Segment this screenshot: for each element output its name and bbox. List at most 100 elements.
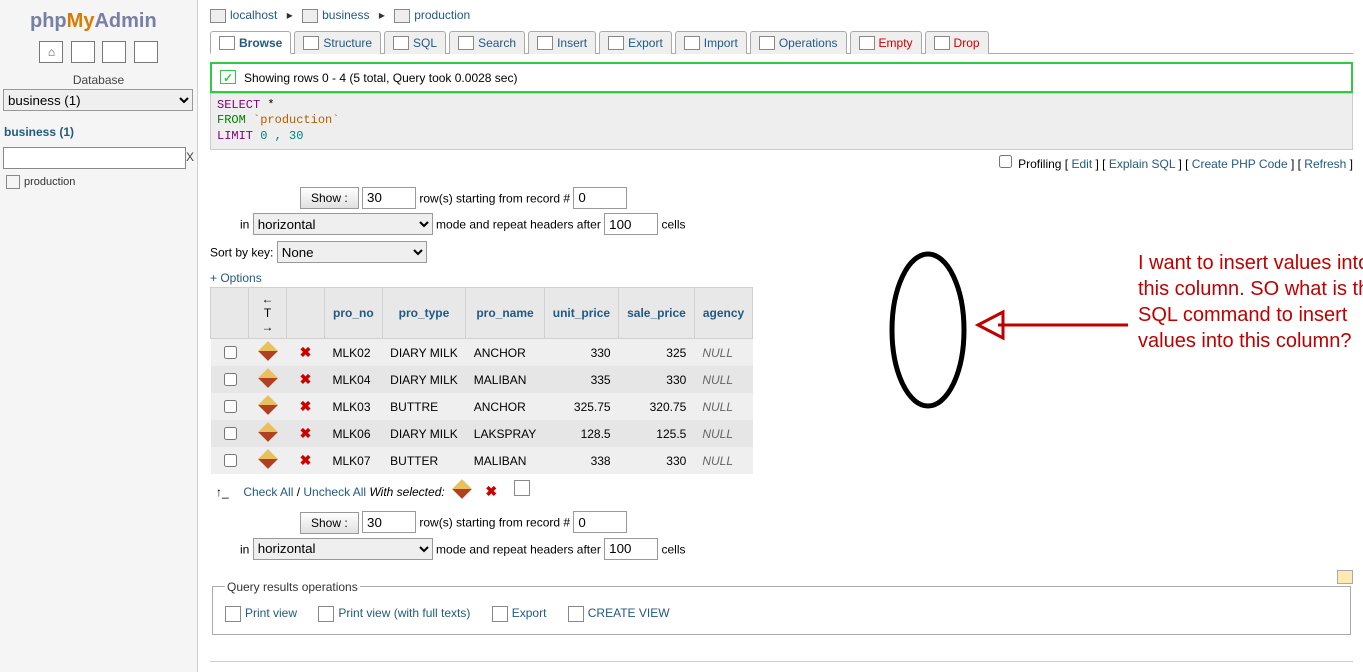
sidebar-table-item[interactable]: production	[0, 171, 197, 193]
tab-browse[interactable]: Browse	[210, 31, 291, 54]
tab-empty[interactable]: Empty	[850, 31, 922, 54]
cells-label: cells	[662, 218, 686, 232]
page-settings-icon[interactable]	[1337, 570, 1353, 584]
row-delete[interactable]: ✖	[287, 447, 325, 474]
tab-search[interactable]: Search	[449, 31, 525, 54]
sort-key-select[interactable]: None	[277, 241, 427, 263]
export-icon	[492, 606, 508, 622]
logo: phpMyAdmin	[0, 0, 197, 39]
delete-icon: ✖	[300, 344, 312, 360]
row-delete[interactable]: ✖	[287, 393, 325, 420]
repeat-headers-input[interactable]	[604, 213, 658, 235]
row-delete[interactable]: ✖	[287, 366, 325, 393]
cell-pro_type: DIARY MILK	[382, 366, 466, 393]
row-checkbox[interactable]	[211, 393, 249, 420]
export-icon	[608, 36, 624, 50]
bulk-delete-icon[interactable]: ✖	[485, 483, 497, 499]
show-button[interactable]: Show :	[300, 187, 359, 209]
table-row: ✖MLK02DIARY MILKANCHOR330325NULL	[211, 339, 753, 367]
print-view-full-link[interactable]: Print view (with full texts)	[338, 606, 470, 620]
refresh-link[interactable]: Refresh	[1304, 157, 1346, 171]
row-delete[interactable]: ✖	[287, 339, 325, 367]
bulk-edit-icon[interactable]	[452, 479, 472, 499]
mode-select[interactable]: horizontal	[253, 213, 433, 235]
row-checkbox[interactable]	[211, 339, 249, 367]
cell-agency: NULL	[694, 393, 752, 420]
options-toggle[interactable]: + Options	[210, 271, 262, 285]
tab-operations[interactable]: Operations	[750, 31, 847, 54]
table-icon	[394, 9, 410, 23]
create-view-link[interactable]: CREATE VIEW	[588, 606, 670, 620]
sql-icon[interactable]	[71, 41, 95, 63]
explain-sql-link[interactable]: Explain SQL	[1109, 157, 1175, 171]
delete-icon: ✖	[300, 452, 312, 468]
tab-export[interactable]: Export	[599, 31, 672, 54]
annotation-text: I want to insert values into this column…	[1138, 250, 1363, 354]
tab-insert[interactable]: Insert	[528, 31, 596, 54]
col-sale_price[interactable]: sale_price	[619, 288, 695, 339]
clear-filter-button[interactable]: X	[186, 147, 194, 169]
export-link[interactable]: Export	[512, 606, 547, 620]
tab-import[interactable]: Import	[675, 31, 747, 54]
profiling-checkbox[interactable]: Profiling	[995, 157, 1062, 171]
tab-drop[interactable]: Drop	[925, 31, 989, 54]
print-view-link[interactable]: Print view	[245, 606, 297, 620]
cell-unit_price: 338	[544, 447, 618, 474]
start-record-input-2[interactable]	[573, 511, 627, 533]
col-sort-arrows: ← T →	[249, 288, 287, 339]
row-edit[interactable]	[249, 420, 287, 447]
print-full-icon	[318, 606, 334, 622]
home-icon[interactable]: ⌂	[39, 41, 63, 63]
breadcrumb-table[interactable]: production	[414, 8, 470, 22]
col-unit_price[interactable]: unit_price	[544, 288, 618, 339]
col-pro_name[interactable]: pro_name	[466, 288, 544, 339]
empty-icon	[859, 36, 875, 50]
cell-pro_name: ANCHOR	[466, 393, 544, 420]
table-row: ✖MLK04DIARY MILKMALIBAN335330NULL	[211, 366, 753, 393]
cell-agency: NULL	[694, 420, 752, 447]
cell-pro_type: DIARY MILK	[382, 339, 466, 367]
edit-query-link[interactable]: Edit	[1071, 157, 1092, 171]
uncheck-all-link[interactable]: Uncheck All	[303, 485, 366, 499]
database-link[interactable]: business (1)	[0, 119, 78, 145]
start-record-input[interactable]	[573, 187, 627, 209]
database-icon	[302, 9, 318, 23]
tab-structure[interactable]: Structure	[294, 31, 381, 54]
rows-input-2[interactable]	[362, 511, 416, 533]
check-all-link[interactable]: Check All	[243, 485, 293, 499]
cell-pro_no: MLK06	[325, 420, 383, 447]
in-label: in	[240, 218, 249, 232]
row-checkbox[interactable]	[211, 420, 249, 447]
insert-icon	[537, 36, 553, 50]
bulk-export-icon[interactable]	[514, 480, 530, 496]
row-edit[interactable]	[249, 366, 287, 393]
show-button-2[interactable]: Show :	[300, 512, 359, 534]
row-delete[interactable]: ✖	[287, 420, 325, 447]
docs-icon[interactable]	[134, 41, 158, 63]
table-filter-input[interactable]	[3, 147, 186, 169]
repeat-headers-input-2[interactable]	[604, 538, 658, 560]
sql-query-display: SELECT * FROM `production` LIMIT 0 , 30	[210, 93, 1353, 150]
database-select[interactable]: business (1)	[3, 89, 193, 111]
create-php-link[interactable]: Create PHP Code	[1192, 157, 1288, 171]
pencil-icon	[258, 422, 278, 442]
breadcrumb-database[interactable]: business	[322, 8, 369, 22]
mode-select-2[interactable]: horizontal	[253, 538, 433, 560]
col-agency[interactable]: agency	[694, 288, 752, 339]
col-pro_no[interactable]: pro_no	[325, 288, 383, 339]
tab-sql[interactable]: SQL	[384, 31, 446, 54]
row-edit[interactable]	[249, 447, 287, 474]
col-pro_type[interactable]: pro_type	[382, 288, 466, 339]
cell-pro_no: MLK03	[325, 393, 383, 420]
table-row: ✖MLK03BUTTREANCHOR325.75320.75NULL	[211, 393, 753, 420]
row-checkbox[interactable]	[211, 447, 249, 474]
row-edit[interactable]	[249, 339, 287, 367]
row-edit[interactable]	[249, 393, 287, 420]
rows-input[interactable]	[362, 187, 416, 209]
row-checkbox[interactable]	[211, 366, 249, 393]
breadcrumb-server[interactable]: localhost	[230, 8, 277, 22]
cell-pro_type: BUTTRE	[382, 393, 466, 420]
cell-sale_price: 330	[619, 366, 695, 393]
operations-icon	[759, 36, 775, 50]
status-icon[interactable]	[102, 41, 126, 63]
